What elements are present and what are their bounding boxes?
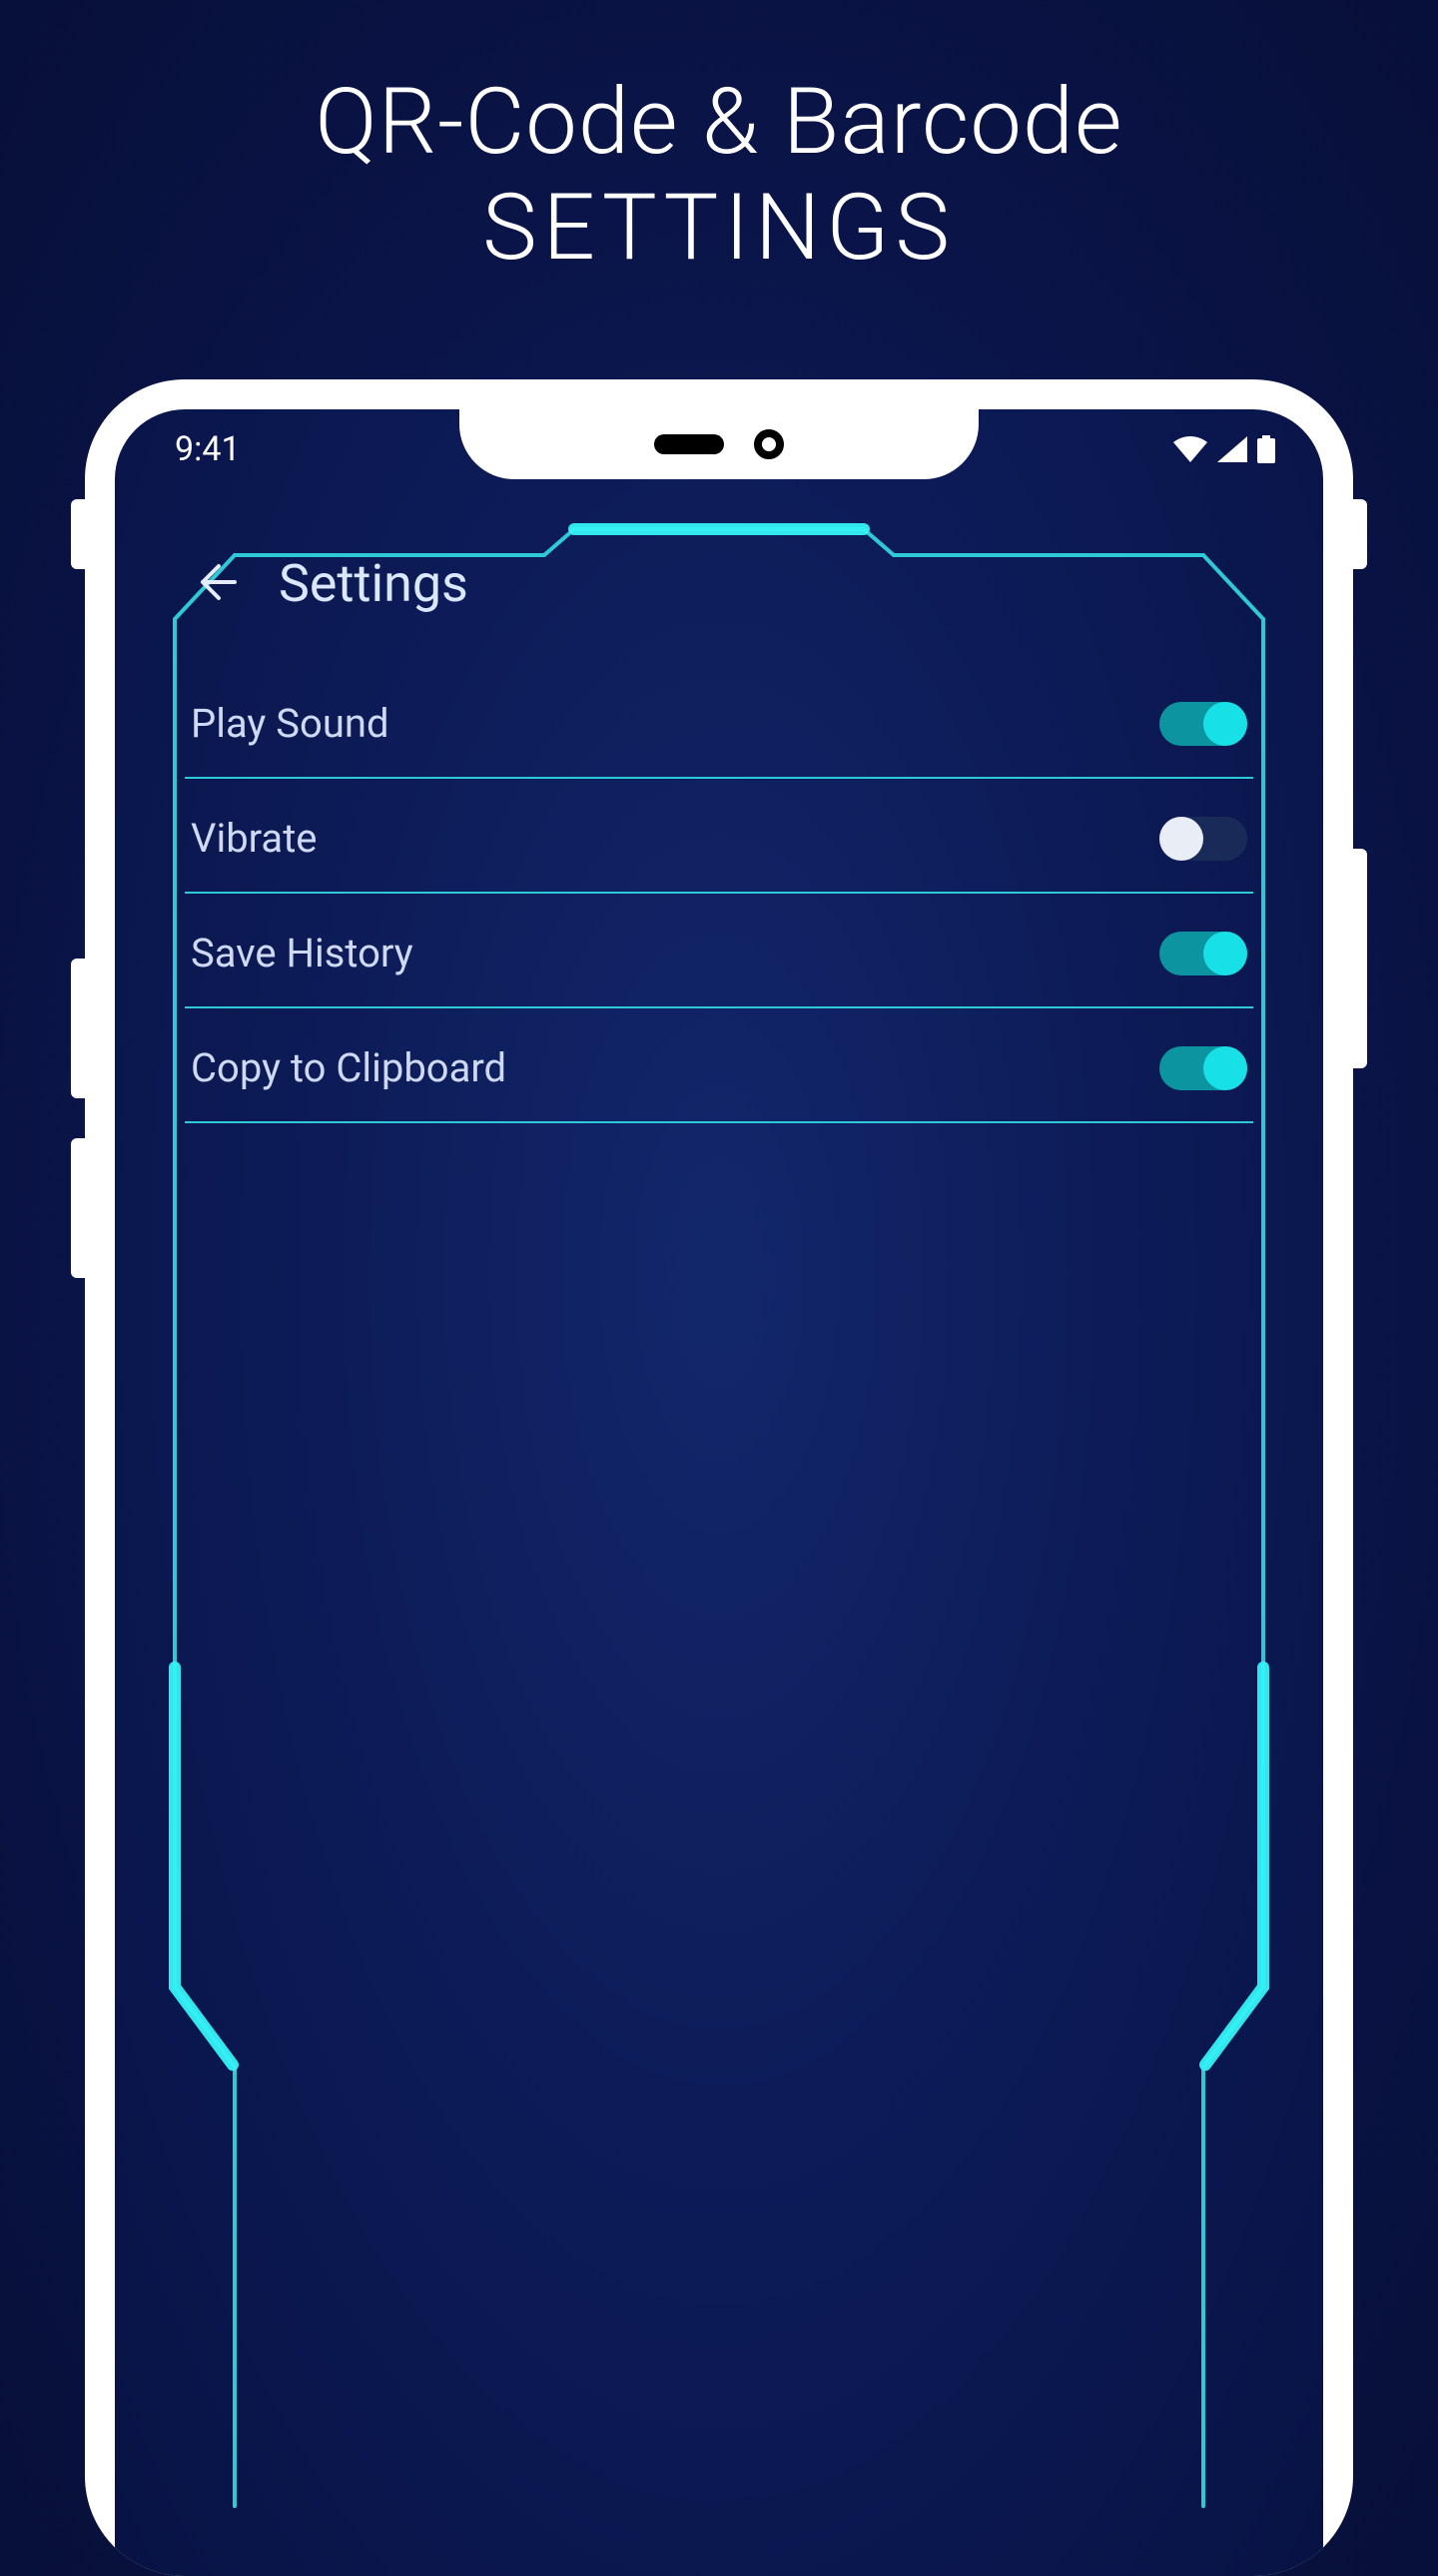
- toggle-knob: [1203, 1046, 1247, 1090]
- arrow-left-icon: [191, 558, 239, 610]
- phone-body: 9:41: [85, 379, 1353, 2576]
- promo-line-2: SETTINGS: [0, 176, 1438, 282]
- back-button[interactable]: [185, 554, 245, 614]
- speaker-slot: [654, 434, 724, 454]
- app-content: Settings Play Sound Vibrate: [175, 539, 1263, 2516]
- battery-icon: [1257, 435, 1275, 463]
- toggle-play-sound[interactable]: [1159, 702, 1247, 746]
- promo-title: QR-Code & Barcode SETTINGS: [0, 0, 1438, 282]
- setting-label: Play Sound: [191, 700, 389, 747]
- phone-screen: 9:41: [115, 409, 1323, 2576]
- setting-play-sound: Play Sound: [185, 664, 1253, 779]
- toggle-knob: [1203, 702, 1247, 746]
- status-icons: [1173, 435, 1275, 463]
- phone-notch: [459, 409, 979, 479]
- wifi-icon: [1173, 436, 1207, 462]
- promo-line-1: QR-Code & Barcode: [0, 70, 1438, 176]
- setting-label: Copy to Clipboard: [191, 1044, 506, 1091]
- cellular-icon: [1217, 436, 1247, 462]
- setting-vibrate: Vibrate: [185, 779, 1253, 894]
- setting-label: Save History: [191, 930, 413, 976]
- toggle-copy-clipboard[interactable]: [1159, 1046, 1247, 1090]
- setting-label: Vibrate: [191, 815, 317, 862]
- toggle-knob: [1203, 932, 1247, 975]
- front-camera: [754, 429, 784, 459]
- phone-mockup: 9:41: [85, 379, 1353, 2576]
- page-title: Settings: [279, 553, 468, 614]
- toggle-vibrate[interactable]: [1159, 817, 1247, 861]
- status-time: 9:41: [163, 429, 241, 469]
- setting-copy-clipboard: Copy to Clipboard: [185, 1008, 1253, 1123]
- toggle-save-history[interactable]: [1159, 932, 1247, 975]
- app-header: Settings: [175, 539, 1263, 654]
- settings-list: Play Sound Vibrate: [175, 654, 1263, 1123]
- toggle-knob: [1159, 817, 1203, 861]
- setting-save-history: Save History: [185, 894, 1253, 1008]
